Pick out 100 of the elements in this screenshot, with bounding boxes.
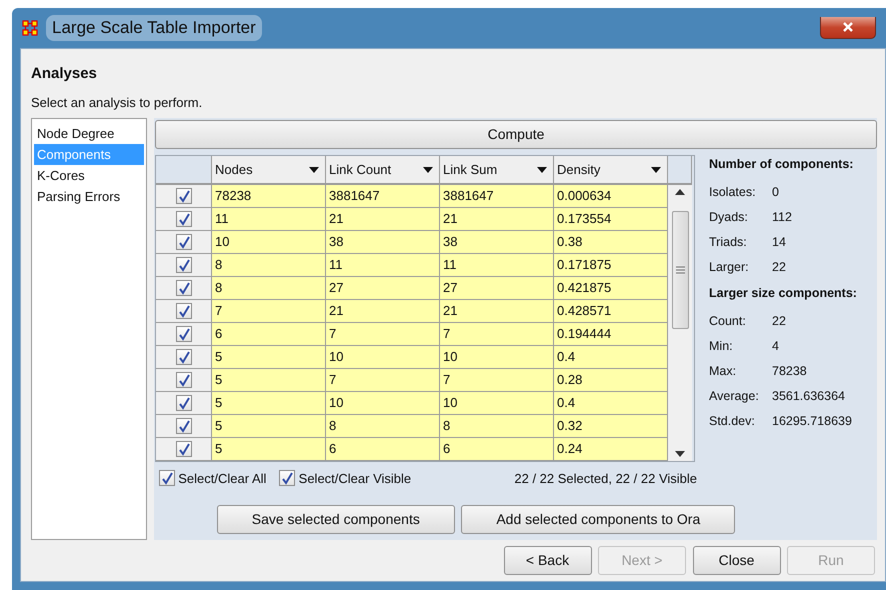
table-cell: 7 (326, 323, 440, 346)
table-cell: 21 (440, 208, 554, 231)
table-cell: 7 (440, 323, 554, 346)
scroll-up-icon[interactable] (675, 189, 685, 195)
table-cell: 6 (326, 438, 440, 461)
table-cell: 10 (212, 231, 326, 254)
stat-value: 112 (772, 208, 792, 226)
table-cell: 10 (326, 346, 440, 369)
stat-value: 4 (772, 338, 779, 354)
stat-label: Dyads: (709, 208, 749, 226)
checkbox[interactable] (176, 257, 192, 273)
table-cell: 0.38 (554, 231, 668, 254)
column-header[interactable]: Density (554, 156, 668, 185)
table-cell: 27 (440, 277, 554, 300)
stat-value: 22 (772, 312, 786, 330)
column-header[interactable]: Nodes (212, 156, 326, 185)
sort-arrow-icon (309, 166, 319, 172)
instruction-text: Select an analysis to perform. (31, 94, 204, 112)
checkbox-label: Select/Clear All (178, 470, 266, 488)
stat-value: 16295.718639 (772, 412, 852, 430)
table-cell: 5 (212, 438, 326, 461)
stat-label: Min: (709, 338, 734, 354)
sort-arrow-icon (537, 166, 547, 172)
table-cell: 38 (326, 231, 440, 254)
checkbox[interactable] (176, 395, 192, 411)
stat-value: 78238 (772, 362, 807, 380)
stat-label: Larger: (709, 258, 750, 276)
table-cell: 0.24 (554, 438, 668, 461)
table-cell: 21 (440, 300, 554, 323)
stat-label: Count: (709, 312, 747, 330)
sort-arrow-icon (423, 166, 433, 172)
table-cell: 21 (326, 208, 440, 231)
checkbox[interactable] (176, 188, 192, 204)
checkbox[interactable] (176, 234, 192, 250)
action-button[interactable]: Add selected components to Ora (461, 504, 736, 534)
table-cell: 0.4 (554, 392, 668, 415)
table-cell: 0.4 (554, 346, 668, 369)
window-title: Large Scale Table Importer (46, 15, 262, 40)
table-cell: 0.32 (554, 415, 668, 438)
scroll-down-icon[interactable] (675, 451, 685, 457)
table-cell: 11 (440, 254, 554, 277)
stat-label: Std.dev: (709, 412, 756, 430)
analysis-item[interactable]: Parsing Errors (34, 186, 144, 206)
table-cell: 21 (326, 300, 440, 323)
table-cell: 3881647 (326, 185, 440, 208)
table-cell: 11 (326, 254, 440, 277)
table-cell: 7 (212, 300, 326, 323)
stat-value: 22 (772, 258, 786, 276)
stat-label: Triads: (709, 234, 748, 251)
table-cell: 0.28 (554, 369, 668, 392)
analysis-item[interactable]: K-Cores (34, 164, 144, 186)
analysis-item[interactable]: Node Degree (34, 122, 144, 144)
table-cell: 8 (212, 277, 326, 300)
column-header[interactable]: Link Sum (440, 156, 554, 185)
table-cell: 10 (440, 346, 554, 369)
stat-value: 14 (772, 234, 786, 251)
table-cell: 0.000634 (554, 185, 668, 208)
table-cell: 8 (326, 415, 440, 438)
table-cell: 0.421875 (554, 277, 668, 300)
table-cell: 10 (326, 392, 440, 415)
checkbox[interactable] (176, 349, 192, 365)
table-cell: 5 (212, 415, 326, 438)
checkbox[interactable] (176, 280, 192, 296)
sort-arrow-icon (651, 166, 661, 172)
table-cell: 6 (212, 323, 326, 346)
close-button[interactable] (820, 16, 876, 39)
nav-button[interactable]: < Back (504, 546, 592, 575)
stat-label: Max: (709, 362, 738, 380)
stat-label: Isolates: (709, 184, 757, 201)
stat-value: 3561.636364 (772, 388, 845, 404)
checkbox[interactable] (176, 372, 192, 388)
checkbox[interactable] (176, 441, 192, 457)
table-cell: 7 (440, 369, 554, 392)
checkbox-label: Select/Clear Visible (298, 470, 412, 488)
close-icon (842, 21, 854, 34)
checkbox[interactable] (159, 470, 175, 486)
stats-heading: Larger size components: (709, 284, 858, 302)
checkbox[interactable] (176, 211, 192, 227)
table-cell: 6 (440, 438, 554, 461)
compute-button[interactable]: Compute (155, 120, 877, 148)
stat-value: 0 (772, 184, 779, 201)
column-header[interactable]: Link Count (326, 156, 440, 185)
checkbox[interactable] (176, 303, 192, 319)
table-cell: 0.428571 (554, 300, 668, 323)
table-cell: 27 (326, 277, 440, 300)
table-cell: 10 (440, 392, 554, 415)
checkbox[interactable] (176, 326, 192, 342)
checkbox[interactable] (279, 470, 296, 486)
scrollbar[interactable] (668, 185, 692, 461)
table-cell: 3881647 (440, 185, 554, 208)
nav-button[interactable]: Close (692, 546, 780, 575)
checkbox[interactable] (176, 418, 192, 434)
table-cell: 38 (440, 231, 554, 254)
table-cell: 0.171875 (554, 254, 668, 277)
scroll-thumb[interactable] (672, 211, 689, 329)
table-cell: 0.194444 (554, 323, 668, 346)
action-button[interactable]: Save selected components (216, 504, 455, 534)
table-cell: 11 (212, 208, 326, 231)
table-cell: 8 (212, 254, 326, 277)
selection-status: 22 / 22 Selected, 22 / 22 Visible (514, 470, 697, 488)
